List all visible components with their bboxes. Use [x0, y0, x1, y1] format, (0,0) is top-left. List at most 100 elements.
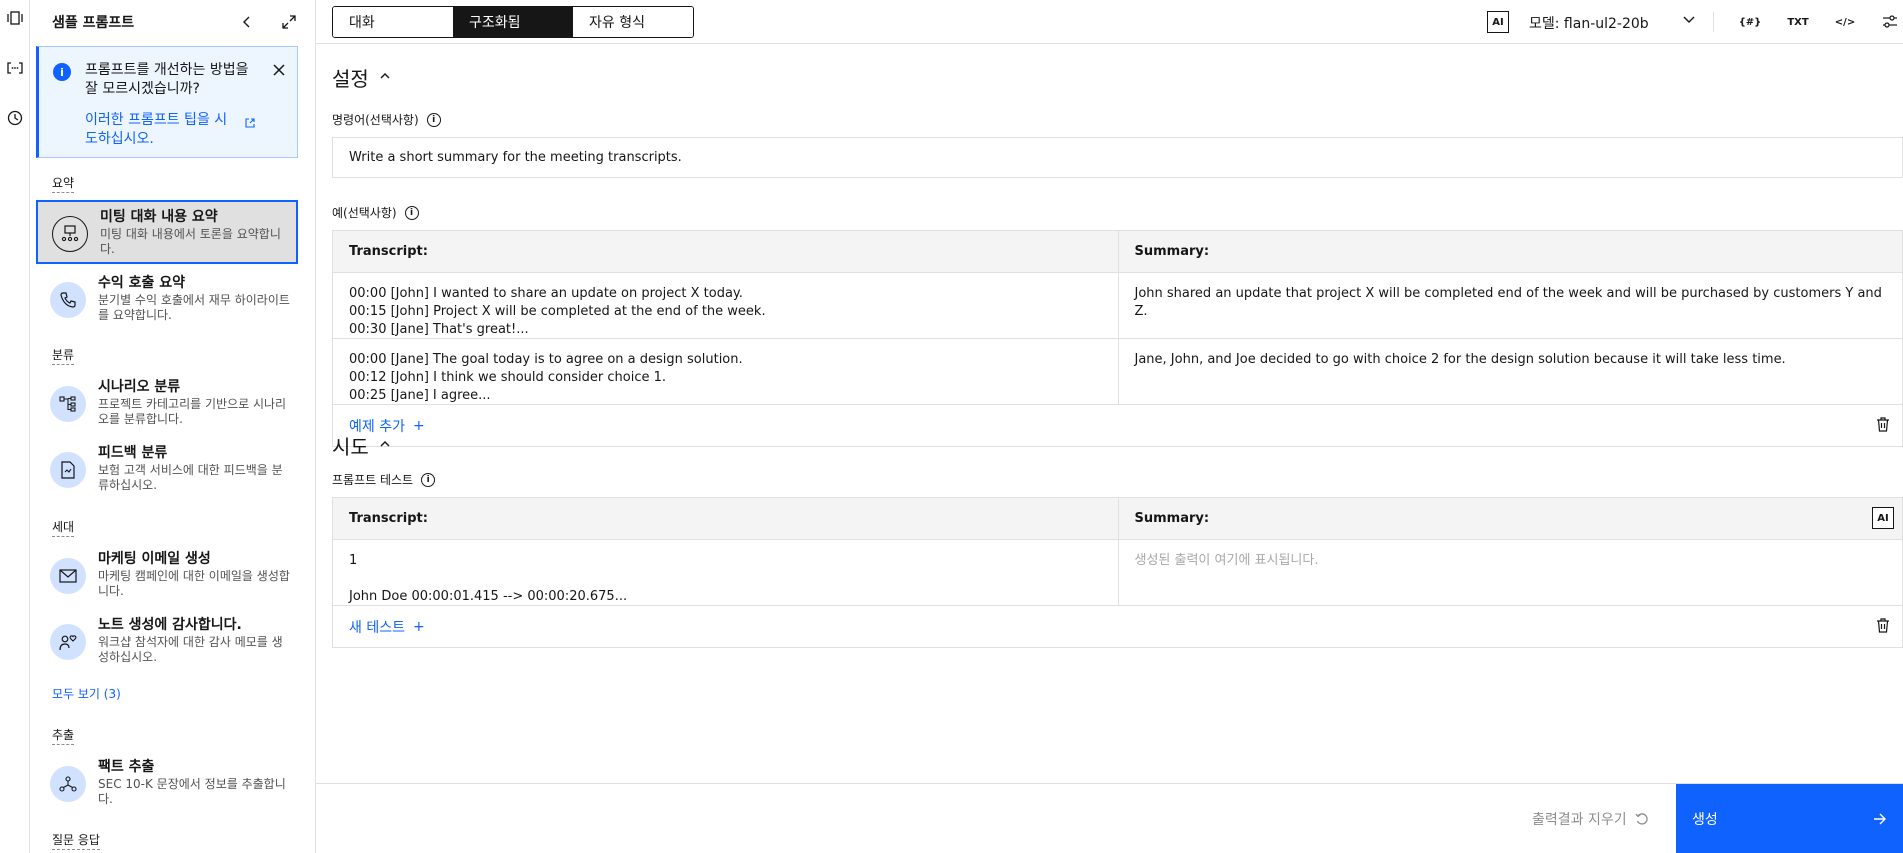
sample-item-desc: SEC 10-K 문장에서 정보를 추출합니다.	[98, 777, 286, 806]
sample-item-meeting-summary[interactable]: 미팅 대화 내용 요약 미팅 대화 내용에서 토론을 요약합니다.	[36, 200, 298, 264]
example-output-cell[interactable]: Jane, John, and Joe decided to go with c…	[1117, 339, 1903, 404]
sample-item-scenario-classification[interactable]: 시나리오 분류 프로젝트 카테고리를 기반으로 시나리오를 분류합니다.	[36, 372, 298, 436]
sample-item-desc: 마케팅 캠페인에 대한 이메일을 생성합니다.	[98, 569, 290, 598]
category-qa: 질문 응답	[52, 831, 100, 850]
info-icon: i	[53, 63, 71, 81]
test-label: 프롬프트 테스트 i	[332, 471, 436, 488]
close-notice-button[interactable]	[273, 61, 285, 80]
model-selector[interactable]: 모델: flan-ul2-20b	[1529, 13, 1649, 33]
generate-button[interactable]: 생성	[1676, 784, 1903, 853]
table-row: 00:00 [Jane] The goal today is to agree …	[333, 339, 1902, 405]
table-header-row: Transcript: Summary: AI	[333, 498, 1902, 540]
output-column-header[interactable]: Summary: AI	[1117, 498, 1903, 539]
clear-output-label: 출력결과 지우기	[1532, 812, 1627, 828]
examples-table: Transcript: Summary: 00:00 [John] I want…	[332, 230, 1903, 447]
info-icon[interactable]: i	[421, 472, 436, 487]
test-output-cell: 생성된 출력이 여기에 표시됩니다.	[1117, 540, 1903, 605]
sample-item-title: 피드백 분류	[98, 445, 168, 461]
prompt-variables-button[interactable]: {#}	[1739, 11, 1762, 33]
sample-item-fact-extraction[interactable]: 팩트 추출 SEC 10-K 문장에서 정보를 추출합니다.	[36, 752, 298, 816]
output-column-label: Summary:	[1134, 511, 1210, 526]
collapse-sidebar-button[interactable]	[235, 10, 259, 34]
input-column-header[interactable]: Transcript:	[333, 498, 1118, 539]
action-bar: 출력결과 지우기 생성	[316, 783, 1903, 853]
external-link-icon	[245, 118, 255, 131]
sample-item-title: 팩트 추출	[98, 759, 155, 775]
sample-item-title: 미팅 대화 내용 요약	[100, 209, 218, 225]
setup-section-header[interactable]: 설정	[332, 63, 391, 92]
tree-icon	[50, 386, 86, 422]
info-icon[interactable]: i	[404, 205, 419, 220]
new-test-label: 새 테스트	[349, 619, 405, 636]
tab-chat[interactable]: 대화	[333, 7, 453, 37]
sidebar-title: 샘플 프롬프트	[52, 15, 135, 31]
history-icon[interactable]	[5, 108, 25, 128]
left-rail	[0, 0, 30, 853]
clear-output-button[interactable]: 출력결과 지우기	[1532, 809, 1649, 829]
tab-freeform[interactable]: 자유 형식	[573, 7, 693, 37]
delete-tests-button[interactable]	[1876, 618, 1890, 637]
mode-switcher: 대화 구조화됨 자유 형식	[332, 6, 694, 38]
prompt-tips-notification: i 프롬프트를 개선하는 방법을 잘 모르시겠습니까? 이러한 프롬프트 팁을 …	[36, 46, 298, 158]
sample-item-earnings-call[interactable]: 수익 호출 요약 분기별 수익 호출에서 재무 하이라이트를 요약합니다.	[36, 268, 298, 332]
prompt-editor: 설정 명령어(선택사항) i Write a short summary for…	[316, 45, 1903, 783]
examples-label-text: 예(선택사항)	[332, 206, 397, 220]
ai-badge: AI	[1487, 11, 1509, 33]
chevron-up-icon	[379, 438, 391, 453]
prompt-tips-link[interactable]: 이러한 프롬프트 팁을 시도하십시오.	[85, 111, 235, 149]
chevron-up-icon	[379, 70, 391, 85]
see-all-link[interactable]: 모두 보기 (3)	[52, 685, 121, 702]
sample-item-feedback-classification[interactable]: 피드백 분류 보험 고객 서비스에 대한 피드백을 분류하십시오.	[36, 438, 298, 502]
chevron-down-icon[interactable]	[1682, 12, 1696, 30]
table-header-row: Transcript: Summary:	[333, 231, 1902, 273]
test-label-text: 프롬프트 테스트	[332, 473, 414, 487]
examples-label: 예(선택사항) i	[332, 204, 419, 221]
new-test-button[interactable]: 새 테스트 +	[349, 617, 425, 637]
sidebar-header: 샘플 프롬프트	[30, 0, 315, 44]
sample-item-desc: 워크샵 참석자에 대한 감사 메모를 생성하십시오.	[98, 635, 283, 664]
model-parameters-button[interactable]	[1879, 11, 1901, 33]
example-output-cell[interactable]: John shared an update that project X wil…	[1117, 273, 1903, 338]
plus-icon: +	[412, 417, 425, 434]
test-table-footer: 새 테스트 +	[333, 606, 1902, 647]
sample-item-thank-you-note[interactable]: 노트 생성에 감사합니다. 워크샵 참석자에 대한 감사 메모를 생성하십시오.	[36, 610, 298, 674]
sample-item-title: 마케팅 이메일 생성	[98, 551, 211, 567]
document-icon	[50, 452, 86, 488]
view-code-button[interactable]: </>	[1834, 11, 1856, 33]
phone-icon	[50, 282, 86, 318]
toolbar-divider	[1713, 12, 1714, 32]
setup-title: 설정	[332, 67, 369, 91]
info-icon[interactable]: i	[426, 112, 441, 127]
examples-table-footer: 예제 추가 +	[333, 405, 1902, 446]
delete-examples-button[interactable]	[1876, 417, 1890, 436]
output-column-header[interactable]: Summary:	[1117, 231, 1903, 272]
test-input-cell[interactable]: 1 John Doe 00:00:01.415 --> 00:00:20.675…	[333, 540, 1118, 605]
notice-text: 프롬프트를 개선하는 방법을 잘 모르시겠습니까?	[85, 62, 249, 97]
generate-label: 생성	[1692, 812, 1718, 828]
prompt-variables-icon[interactable]	[5, 58, 25, 78]
sample-prompts-icon[interactable]	[5, 8, 25, 28]
ai-badge: AI	[1872, 507, 1894, 529]
table-row: 1 John Doe 00:00:01.415 --> 00:00:20.675…	[333, 540, 1902, 606]
example-input-cell[interactable]: 00:00 [John] I wanted to share an update…	[333, 273, 1118, 338]
table-row: 00:00 [John] I wanted to share an update…	[333, 273, 1902, 339]
arrow-right-icon	[1874, 813, 1886, 825]
trash-icon	[1877, 618, 1889, 633]
expand-sidebar-button[interactable]	[277, 10, 301, 34]
sample-item-desc: 미팅 대화 내용에서 토론을 요약합니다.	[100, 227, 281, 256]
sample-item-marketing-email[interactable]: 마케팅 이메일 생성 마케팅 캠페인에 대한 이메일을 생성합니다.	[36, 544, 298, 608]
plus-icon: +	[412, 618, 425, 635]
example-input-cell[interactable]: 00:00 [Jane] The goal today is to agree …	[333, 339, 1118, 404]
settings-sliders-icon	[1883, 15, 1897, 28]
trash-icon	[1877, 417, 1889, 432]
email-icon	[50, 558, 86, 594]
view-text-button[interactable]: TXT	[1787, 11, 1809, 33]
maximize-icon	[282, 15, 296, 29]
editor-toolbar: 대화 구조화됨 자유 형식 AI 모델: flan-ul2-20b {#} TX…	[316, 0, 1903, 44]
meeting-icon	[52, 216, 88, 252]
try-section-header[interactable]: 시도	[332, 431, 391, 460]
tab-structured[interactable]: 구조화됨	[453, 7, 573, 37]
reset-icon	[1635, 813, 1648, 825]
instruction-input[interactable]: Write a short summary for the meeting tr…	[332, 137, 1903, 178]
input-column-header[interactable]: Transcript:	[333, 231, 1118, 272]
